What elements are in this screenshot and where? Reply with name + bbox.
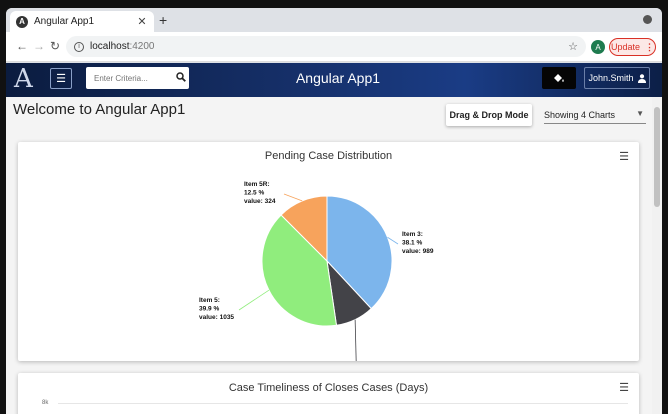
- pie-label-connector: [354, 319, 357, 361]
- url-port: :4200: [129, 41, 155, 52]
- info-icon[interactable]: i: [74, 41, 84, 52]
- user-icon: [637, 73, 646, 83]
- chart-card-case-timeliness: Case Timeliness of Closes Cases (Days) ☰…: [18, 373, 639, 414]
- angular-favicon-icon: A: [16, 15, 28, 28]
- browser-tab[interactable]: A Angular App1 ✕: [10, 11, 154, 32]
- pie-data-label: Item 3: 38.1 % value: 989: [402, 231, 434, 255]
- new-tab-icon[interactable]: +: [159, 12, 167, 28]
- paint-bucket-icon: [554, 74, 564, 82]
- y-axis-tick: 8k: [42, 400, 49, 406]
- pie-label-connector: [283, 193, 303, 202]
- chart-card-pending-case: Pending Case Distribution ☰ Item 3: 38.1 …: [18, 142, 639, 361]
- tab-title: Angular App1: [34, 16, 95, 27]
- search-input[interactable]: [86, 67, 189, 89]
- menu-toggle-button[interactable]: ☰: [50, 68, 72, 89]
- browser-status-icon[interactable]: [643, 15, 652, 24]
- pie-label-connector: [238, 289, 270, 311]
- profile-avatar[interactable]: A: [591, 40, 605, 54]
- drag-drop-mode-button[interactable]: Drag & Drop Mode: [446, 104, 532, 126]
- more-vert-icon: ⋮: [645, 41, 655, 52]
- reload-icon[interactable]: ↻: [50, 39, 60, 53]
- user-name: John.Smith: [588, 73, 634, 83]
- main-content: Welcome to Angular App1 Drag & Drop Mode…: [6, 97, 662, 414]
- chart-count-value: Showing 4 Charts: [544, 110, 616, 120]
- tab-strip: A Angular App1 ✕ +: [6, 8, 662, 32]
- address-bar[interactable]: i localhost :4200 ☆: [66, 36, 586, 57]
- page-scrollbar[interactable]: [652, 97, 662, 414]
- forward-icon[interactable]: →: [33, 39, 45, 53]
- gridline: [58, 403, 628, 404]
- bookmark-star-icon[interactable]: ☆: [568, 40, 578, 53]
- theme-button[interactable]: [542, 67, 576, 89]
- pie-data-label: Item 5R: 12.5 % value: 324: [244, 181, 276, 205]
- app-title: Angular App1: [295, 70, 381, 86]
- browser-toolbar: ← → ↻ i localhost :4200 ☆ A Update ⋮: [6, 32, 662, 62]
- browser-window: A Angular App1 ✕ + ← → ↻ i localhost :42…: [6, 8, 662, 414]
- search-icon[interactable]: [176, 72, 186, 85]
- chart-title: Case Timeliness of Closes Cases (Days): [228, 382, 429, 394]
- chart-count-select[interactable]: Showing 4 Charts ▼: [544, 106, 646, 124]
- app-header: A ☰ Angular App1 John.Smith: [6, 63, 662, 97]
- pie-chart: Item 3:38.1 %value: 989Item 3R:9.6 %valu…: [199, 181, 434, 361]
- page-title: Welcome to Angular App1: [13, 101, 186, 118]
- hamburger-icon: ☰: [56, 73, 66, 85]
- close-tab-icon[interactable]: ✕: [136, 15, 148, 28]
- app-logo: A: [14, 64, 33, 94]
- update-label: Update: [610, 42, 641, 52]
- user-menu-button[interactable]: John.Smith: [584, 67, 650, 89]
- dropdown-caret-icon: ▼: [636, 109, 644, 118]
- update-button[interactable]: Update ⋮: [609, 38, 656, 56]
- pie-data-label: Item 5: 39.9 % value: 1035: [199, 297, 234, 321]
- back-icon[interactable]: ←: [16, 39, 28, 53]
- scroll-thumb[interactable]: [654, 107, 660, 207]
- url-host: localhost: [90, 41, 130, 52]
- chart-menu-icon[interactable]: ☰: [619, 381, 629, 394]
